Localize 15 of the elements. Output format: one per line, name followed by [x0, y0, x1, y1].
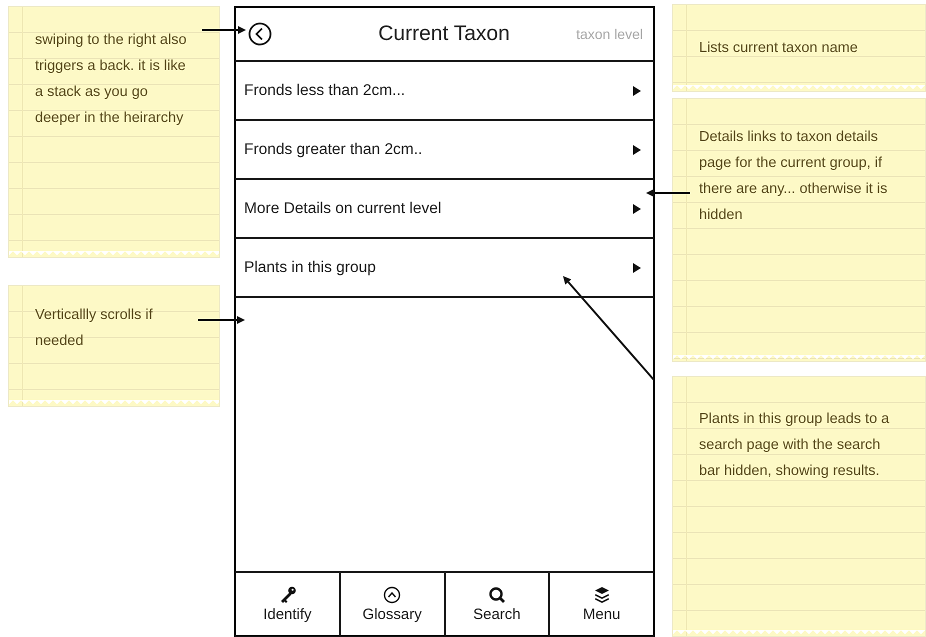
note-text: swiping to the right also triggers a back. it is like a stack as you go deeper in the heirarchy: [35, 31, 188, 128]
list-item-label: Fronds less than 2cm...: [244, 82, 406, 100]
list-item-label: Fronds greater than 2cm..: [244, 140, 422, 158]
list-item[interactable]: Fronds less than 2cm...: [236, 62, 653, 121]
taxon-level-label: taxon level: [576, 26, 643, 42]
note-text: Details links to taxon details page for the current group, if there are any... otherwise it is hidden: [699, 128, 888, 225]
list-item[interactable]: More Details on current level: [236, 180, 653, 239]
list-item[interactable]: Plants in this group: [236, 239, 653, 298]
list-item-label: Plants in this group: [244, 258, 376, 276]
note-text: Plants in this group leads to a search page with the search bar hidden, showing results.: [699, 410, 890, 481]
screen-title: Current Taxon: [377, 22, 511, 46]
note-text: Verticallly scrolls if needed: [35, 306, 154, 351]
list-item[interactable]: Fronds greater than 2cm..: [236, 121, 653, 180]
list-item-label: More Details on current level: [244, 200, 442, 218]
note-text: Lists current taxon name: [699, 39, 859, 58]
